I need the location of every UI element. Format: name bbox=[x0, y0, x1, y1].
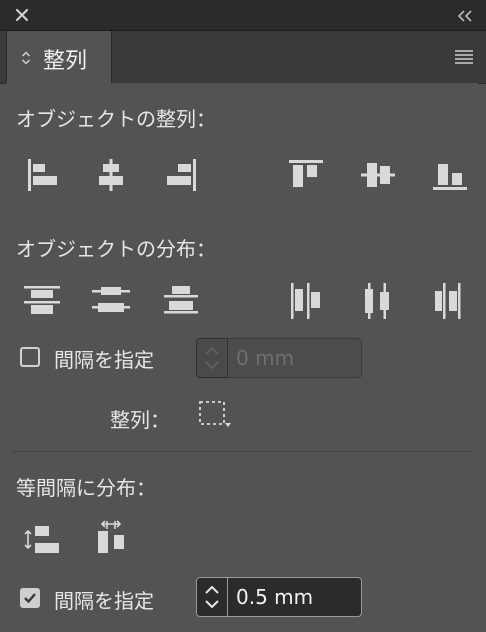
distribute-left-icon[interactable] bbox=[284, 279, 330, 323]
tab-label: 整列 bbox=[43, 49, 88, 74]
panel-menu-icon[interactable] bbox=[454, 49, 474, 65]
align-right-icon[interactable] bbox=[158, 153, 204, 197]
distribute-spacing-label: 間隔を指定 bbox=[54, 348, 154, 372]
panel-content: オブジェクトの整列： オブジェクトの分布： 間隔を指定 0 mm 整列： 等間隔… bbox=[6, 83, 478, 632]
tab-align[interactable]: 整列 bbox=[6, 31, 112, 83]
distribute-horizontal-center-icon[interactable] bbox=[356, 279, 402, 323]
vertical-distribute-space-icon[interactable] bbox=[20, 517, 66, 561]
distribute-objects-label: オブジェクトの分布： bbox=[16, 237, 216, 261]
double-chevron-left-icon[interactable] bbox=[456, 8, 474, 22]
distribute-spacing-checkbox[interactable] bbox=[20, 347, 40, 367]
align-horizontal-center-icon[interactable] bbox=[88, 153, 134, 197]
spacing-value-field[interactable]: 0 mm bbox=[228, 338, 362, 378]
align-to-selection-icon[interactable] bbox=[196, 399, 232, 429]
panel-titlebar bbox=[0, 0, 486, 31]
close-icon[interactable] bbox=[14, 7, 30, 23]
section-divider bbox=[12, 451, 472, 452]
spacing-stepper[interactable] bbox=[196, 338, 228, 378]
align-panel: 整列 オブジェクトの整列： オブジェクトの分布： 間隔を指定 0 mm 整列： … bbox=[0, 0, 486, 632]
align-vertical-center-icon[interactable] bbox=[356, 153, 402, 197]
align-objects-label: オブジェクトの整列： bbox=[16, 107, 216, 131]
align-top-icon[interactable] bbox=[284, 153, 330, 197]
spacing-value-stepper[interactable] bbox=[196, 577, 228, 617]
distribute-vertical-center-icon[interactable] bbox=[88, 279, 134, 323]
distribute-right-icon[interactable] bbox=[428, 279, 474, 323]
align-bottom-icon[interactable] bbox=[428, 153, 474, 197]
horizontal-distribute-space-icon[interactable] bbox=[88, 517, 134, 561]
stepper-arrows-icon bbox=[21, 50, 31, 66]
distribute-bottom-icon[interactable] bbox=[158, 279, 204, 323]
spacing-checkbox-label: 間隔を指定 bbox=[54, 589, 154, 613]
distribute-spacing-label-heading: 等間隔に分布： bbox=[16, 476, 156, 500]
spacing-value-input[interactable]: 0.5 mm bbox=[228, 577, 362, 617]
distribute-top-icon[interactable] bbox=[20, 279, 66, 323]
panel-tab-row: 整列 bbox=[0, 31, 486, 84]
align-to-label: 整列： bbox=[110, 408, 170, 432]
align-left-icon[interactable] bbox=[20, 153, 66, 197]
spacing-checkbox-checked[interactable] bbox=[20, 588, 40, 608]
